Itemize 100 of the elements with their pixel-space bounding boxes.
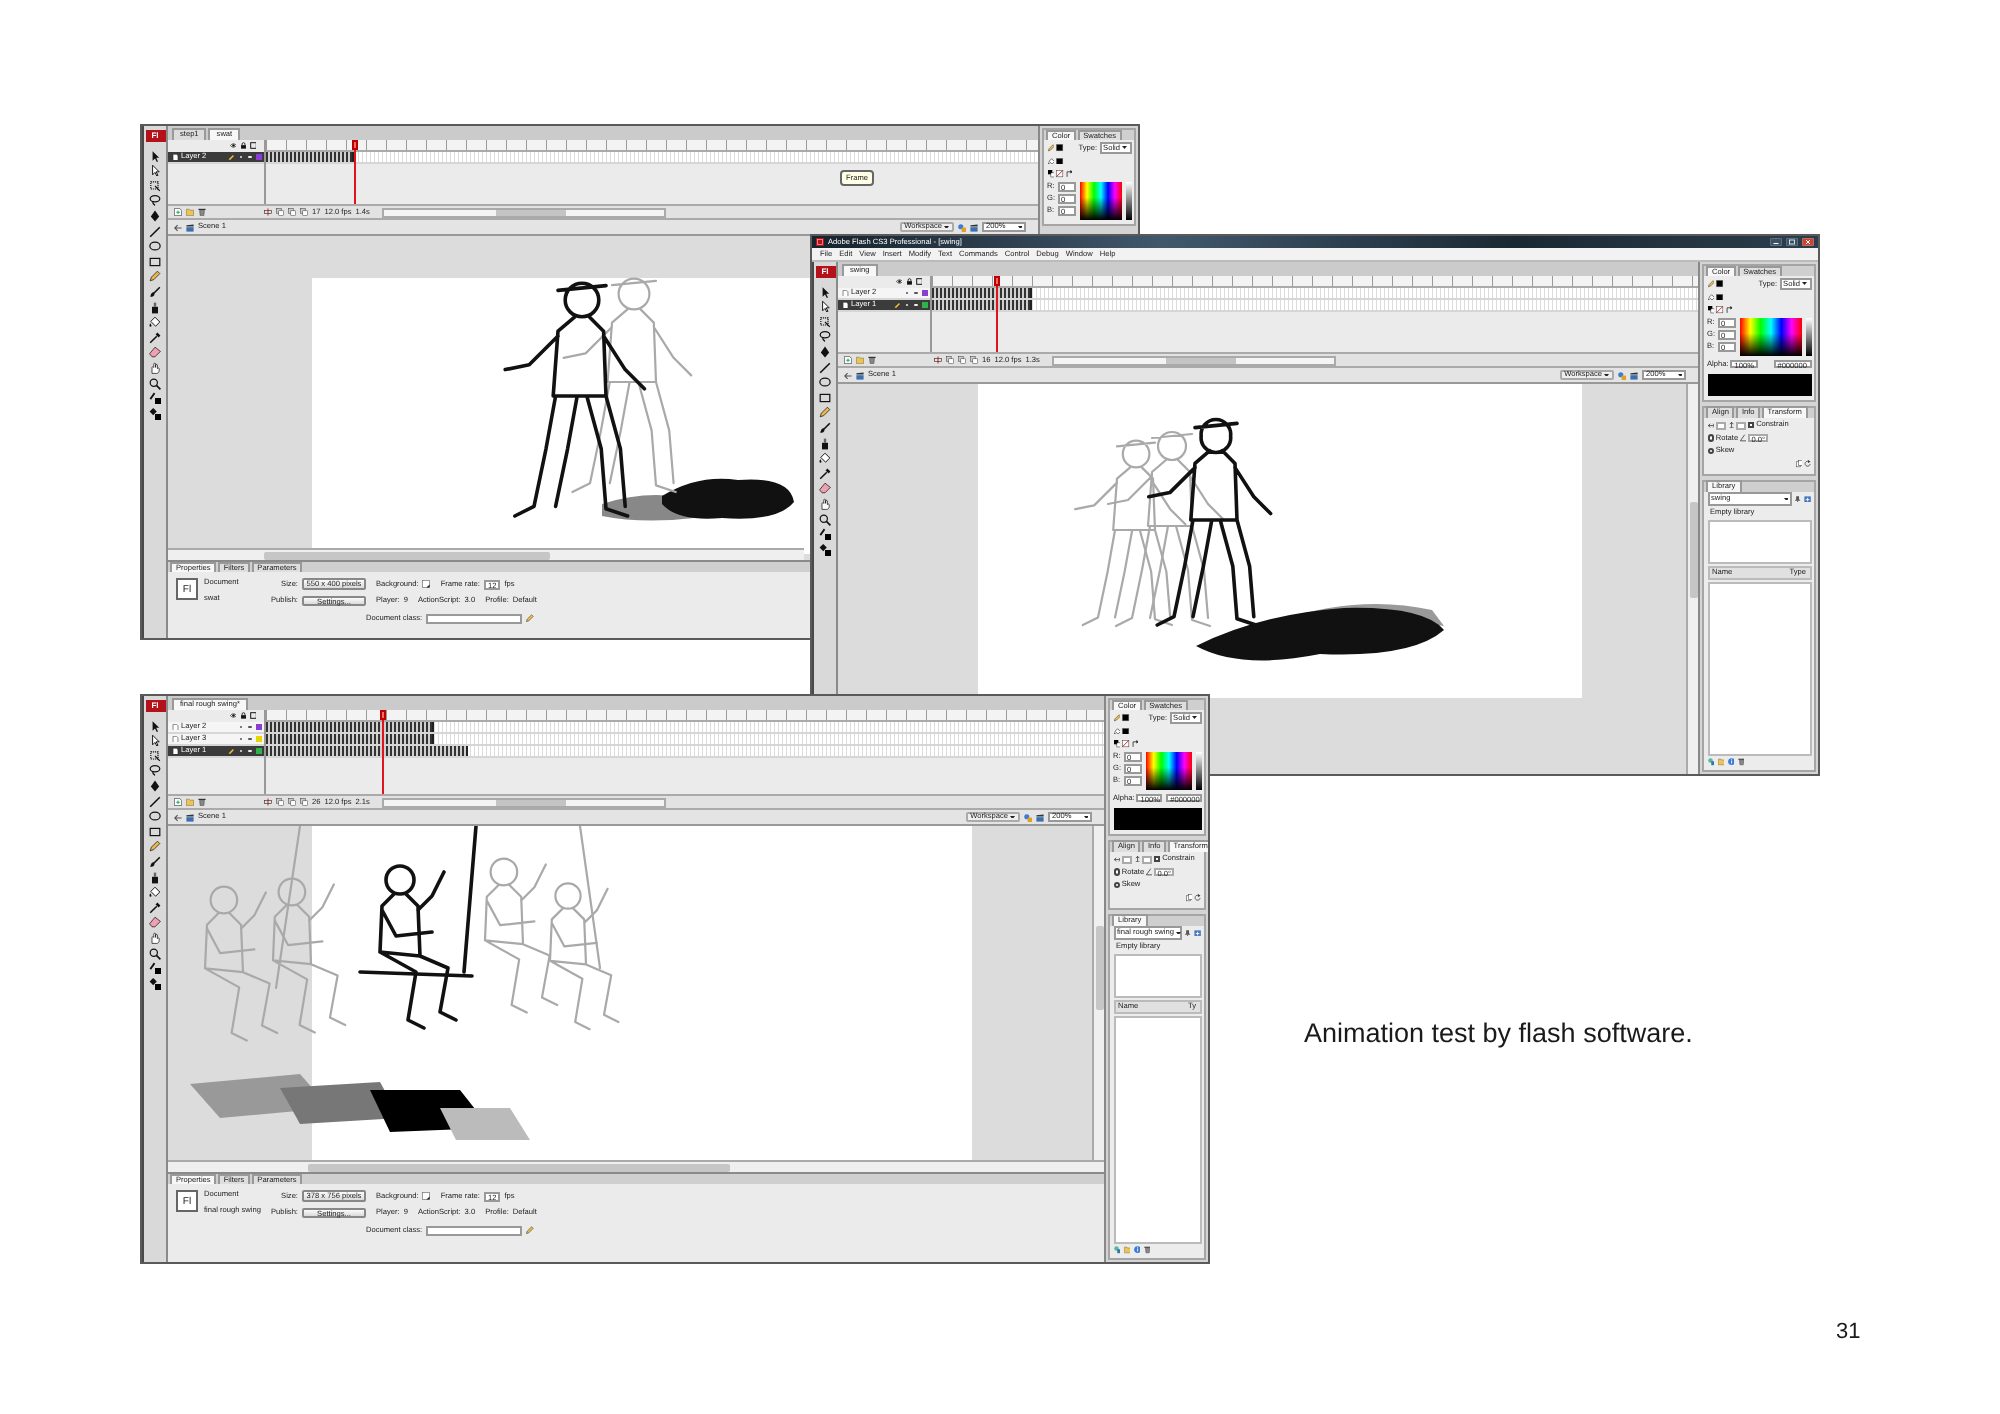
clapperboard-icon[interactable]: [1630, 371, 1638, 379]
shapes-icon[interactable]: [1618, 371, 1626, 379]
brush-icon[interactable]: [148, 285, 162, 298]
checkbox[interactable]: [1747, 421, 1755, 429]
copy-icon[interactable]: [1795, 460, 1803, 468]
overlapping-squares-icon[interactable]: [1113, 740, 1121, 748]
lock-icon[interactable]: [239, 142, 246, 150]
rectangle-icon[interactable]: [148, 255, 162, 268]
trash-icon[interactable]: [198, 798, 206, 806]
back-arrow-icon[interactable]: [174, 223, 182, 231]
arrow-pointer-icon[interactable]: [148, 149, 162, 162]
eyedropper-icon[interactable]: [818, 467, 832, 480]
pencil-icon[interactable]: [526, 1226, 535, 1234]
lasso-icon[interactable]: [148, 764, 162, 777]
scrollbar[interactable]: [1092, 826, 1104, 1160]
radio-button[interactable]: [1113, 868, 1121, 876]
grayscale-picker[interactable]: [1195, 752, 1201, 790]
pen-icon[interactable]: [148, 209, 162, 222]
center-line-icon[interactable]: [264, 798, 272, 806]
ink-bottle-icon[interactable]: [818, 437, 832, 450]
onion-skin-icon[interactable]: [276, 798, 284, 806]
onion-skin-icon[interactable]: [970, 356, 978, 364]
new-symbol-icon[interactable]: [1707, 758, 1715, 766]
playhead[interactable]: [351, 140, 358, 204]
radio-button[interactable]: [1707, 434, 1715, 442]
frame-span[interactable]: [266, 152, 355, 162]
lasso-icon[interactable]: [818, 330, 832, 343]
height-field[interactable]: [1142, 855, 1153, 864]
hand-icon[interactable]: [818, 497, 832, 510]
crossed-square-icon[interactable]: [1056, 170, 1064, 178]
color-swatch-icon[interactable]: [1122, 727, 1130, 735]
trash-icon[interactable]: [198, 208, 206, 216]
transform-icon[interactable]: [148, 179, 162, 192]
onion-skin-icon[interactable]: [946, 356, 954, 364]
checkbox[interactable]: [1153, 855, 1161, 863]
eraser-icon[interactable]: [148, 916, 162, 929]
brush-icon[interactable]: [148, 855, 162, 868]
hollow-pointer-icon[interactable]: [148, 734, 162, 747]
trash-icon[interactable]: [868, 356, 876, 364]
zoom-icon[interactable]: [818, 513, 832, 525]
eyedropper-icon[interactable]: [148, 901, 162, 914]
clapperboard-icon[interactable]: [1036, 813, 1044, 821]
onion-skin-icon[interactable]: [288, 798, 296, 806]
pen-icon[interactable]: [148, 779, 162, 792]
color-swatch-icon[interactable]: [1716, 280, 1724, 288]
oval-icon[interactable]: [148, 240, 162, 253]
frame-span[interactable]: [932, 300, 1032, 310]
layer-color-icon[interactable]: [256, 724, 262, 730]
frame-span[interactable]: [266, 734, 434, 744]
layer-color-icon[interactable]: [922, 290, 928, 296]
trash-icon[interactable]: [1737, 758, 1745, 766]
back-arrow-icon[interactable]: [844, 371, 852, 379]
onion-skin-icon[interactable]: [958, 356, 966, 364]
center-line-icon[interactable]: [934, 356, 942, 364]
reset-icon[interactable]: [1803, 460, 1811, 468]
color-swatch-icon[interactable]: [422, 1192, 431, 1200]
color-swatch-icon[interactable]: [1122, 714, 1130, 722]
pencil-icon[interactable]: [526, 614, 535, 622]
new-layer-icon[interactable]: [174, 798, 182, 806]
pen-icon[interactable]: [818, 345, 832, 358]
brush-icon[interactable]: [818, 421, 832, 434]
pin-icon[interactable]: [1794, 495, 1802, 503]
shapes-icon[interactable]: [958, 223, 966, 231]
layer-color-icon[interactable]: [256, 748, 262, 754]
pencil-icon[interactable]: [148, 840, 162, 853]
swap-arrow-icon[interactable]: [1725, 306, 1733, 314]
pencil-icon[interactable]: [818, 406, 832, 419]
hollow-pointer-icon[interactable]: [148, 164, 162, 177]
ink-bottle-icon[interactable]: [148, 871, 162, 884]
scrollbar[interactable]: [168, 1160, 1104, 1172]
document-class-field[interactable]: [426, 1225, 523, 1235]
onion-skin-icon[interactable]: [300, 798, 308, 806]
new-layer-icon[interactable]: [844, 356, 852, 364]
outline-square-icon[interactable]: [249, 712, 256, 720]
lasso-icon[interactable]: [148, 194, 162, 207]
eraser-icon[interactable]: [148, 346, 162, 359]
lock-icon[interactable]: [239, 712, 246, 720]
scrollbar[interactable]: [381, 207, 666, 217]
zoom-icon[interactable]: [148, 947, 162, 959]
reset-icon[interactable]: [1193, 894, 1201, 902]
fill-color-icon[interactable]: [148, 977, 162, 990]
clapperboard-icon[interactable]: [970, 223, 978, 231]
new-library-icon[interactable]: [1193, 929, 1201, 937]
zoom-icon[interactable]: [148, 377, 162, 389]
document-class-field[interactable]: [426, 613, 523, 623]
grayscale-picker[interactable]: [1125, 182, 1131, 220]
playhead[interactable]: [994, 276, 1001, 352]
frame-span[interactable]: [932, 288, 1032, 298]
back-arrow-icon[interactable]: [174, 813, 182, 821]
scrollbar[interactable]: [1051, 355, 1336, 365]
oval-icon[interactable]: [148, 810, 162, 823]
onion-skin-icon[interactable]: [276, 208, 284, 216]
outline-square-icon[interactable]: [249, 142, 256, 150]
frame-span[interactable]: [266, 746, 468, 756]
rectangle-icon[interactable]: [148, 825, 162, 838]
grayscale-picker[interactable]: [1805, 318, 1811, 356]
new-layer-icon[interactable]: [174, 208, 182, 216]
maximize-icon[interactable]: [1786, 238, 1798, 246]
oval-icon[interactable]: [818, 376, 832, 389]
minimize-icon[interactable]: [1770, 238, 1782, 246]
